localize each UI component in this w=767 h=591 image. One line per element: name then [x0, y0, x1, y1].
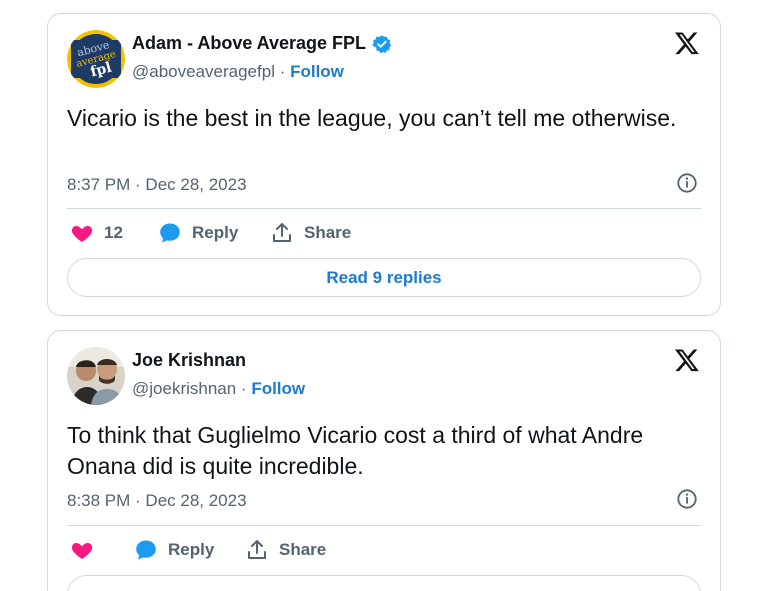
verified-badge-icon — [372, 34, 392, 54]
reply-label: Reply — [192, 223, 239, 242]
like-count: 12 — [104, 223, 123, 242]
share-button[interactable]: Share — [245, 538, 326, 562]
divider — [67, 525, 701, 526]
author-name[interactable]: Adam - Above Average FPL — [132, 33, 366, 54]
x-logo-icon[interactable] — [674, 30, 700, 56]
handle-row: @joekrishnan · Follow — [132, 379, 305, 399]
share-button[interactable]: Share — [270, 221, 351, 245]
follow-button[interactable]: Follow — [290, 62, 344, 81]
avatar[interactable] — [67, 347, 125, 405]
like-button[interactable] — [70, 538, 94, 562]
like-button[interactable]: 12 — [70, 221, 123, 245]
tweet-card: Joe Krishnan @joekrishnan · Follow To th… — [47, 330, 721, 591]
tweet-text: To think that Guglielmo Vicario cost a t… — [67, 422, 644, 479]
divider — [67, 208, 701, 209]
share-icon — [270, 221, 294, 245]
read-replies-button[interactable] — [67, 575, 701, 591]
separator: · — [236, 379, 252, 398]
info-icon[interactable] — [676, 488, 698, 510]
avatar[interactable]: above average fpl — [67, 30, 125, 88]
handle-row: @aboveaveragefpl · Follow — [132, 62, 344, 82]
reply-button[interactable]: Reply — [158, 221, 238, 245]
author-handle[interactable]: @aboveaveragefpl — [132, 62, 275, 81]
reply-bubble-icon — [158, 221, 182, 245]
heart-icon — [70, 221, 94, 245]
share-label: Share — [304, 223, 352, 242]
tweet-text: Vicario is the best in the league, you c… — [67, 105, 677, 131]
timestamp[interactable]: 8:37 PM · Dec 28, 2023 — [67, 175, 247, 195]
tweet-card: above average fpl Adam - Above Average F… — [47, 13, 721, 316]
author-name[interactable]: Joe Krishnan — [132, 350, 246, 371]
share-label: Share — [279, 540, 327, 559]
x-logo-icon[interactable] — [674, 347, 700, 373]
author-handle[interactable]: @joekrishnan — [132, 379, 236, 398]
share-icon — [245, 538, 269, 562]
separator: · — [274, 62, 291, 81]
read-replies-button[interactable]: Read 9 replies — [67, 258, 701, 297]
timestamp[interactable]: 8:38 PM · Dec 28, 2023 — [67, 491, 247, 511]
follow-button[interactable]: Follow — [251, 379, 305, 398]
info-icon[interactable] — [676, 172, 698, 194]
reply-bubble-icon — [134, 538, 158, 562]
reply-button[interactable]: Reply — [134, 538, 214, 562]
heart-icon — [70, 538, 94, 562]
reply-label: Reply — [168, 540, 215, 559]
